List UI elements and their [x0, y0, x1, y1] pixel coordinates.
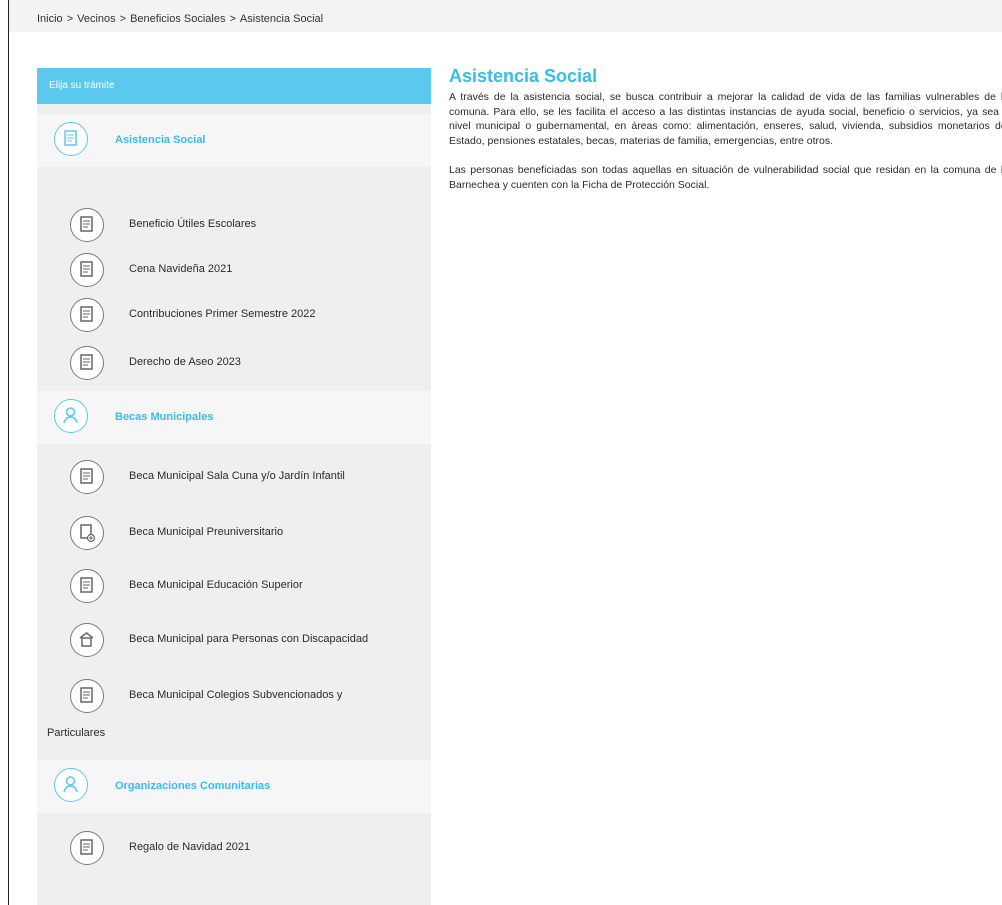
procedure-item-sala-cuna[interactable]: Beca Municipal Sala Cuna y/o Jardín Infa… — [37, 457, 431, 497]
page-title: Asistencia Social — [449, 66, 598, 86]
procedure-item-label-continuation: Particulares — [47, 727, 106, 739]
procedure-item-derecho-aseo[interactable]: Derecho de Aseo 2023 — [37, 343, 431, 383]
category-label: Organizaciones Comunitarias — [115, 780, 271, 792]
breadcrumb: Inicio > Vecinos > Beneficios Sociales > Asist… — [37, 13, 323, 25]
procedure-item-educacion-superior[interactable]: Beca Municipal Educación Superior — [37, 566, 431, 606]
category-asistencia-social[interactable]: Asistencia Social — [37, 114, 431, 167]
procedure-item-label: Contribuciones Primer Semestre 2022 — [129, 308, 316, 320]
person-icon — [54, 768, 88, 802]
category-organizaciones-comunitarias[interactable]: Organizaciones Comunitarias — [37, 760, 431, 813]
procedure-sidebar: Elija su trámite Asistencia Social Benef… — [37, 68, 431, 905]
sidebar-header: Elija su trámite — [37, 68, 431, 104]
breadcrumb-item-inicio[interactable]: Inicio — [37, 13, 63, 25]
breadcrumb-item-vecinos[interactable]: Vecinos — [77, 13, 116, 25]
procedure-item-contribuciones[interactable]: Contribuciones Primer Semestre 2022 — [37, 295, 431, 335]
procedure-item-label: Beca Municipal Colegios Subvencionados y — [129, 689, 343, 701]
person-icon — [54, 399, 88, 433]
form-icon — [70, 831, 104, 865]
procedure-item-label: Beca Municipal Educación Superior — [129, 579, 303, 591]
form-icon — [70, 679, 104, 713]
form-icon — [70, 253, 104, 287]
form-icon — [70, 298, 104, 332]
form-icon — [70, 346, 104, 380]
page-frame-border — [8, 0, 9, 905]
form-icon — [70, 208, 104, 242]
procedure-item-label: Beca Municipal para Personas con Discapa… — [129, 633, 369, 645]
beneficiaries-paragraph: Las personas beneficiadas son todas aque… — [449, 164, 1002, 191]
procedure-item-colegios-subvencionados[interactable]: Beca Municipal Colegios Subvencionados y — [37, 676, 431, 716]
category-label: Becas Municipales — [115, 411, 214, 423]
breadcrumb-bar: Inicio > Vecinos > Beneficios Sociales > Asist… — [9, 0, 1002, 32]
form-icon — [70, 460, 104, 494]
breadcrumb-separator: > — [66, 13, 74, 25]
document-icon — [54, 122, 88, 156]
procedure-item-label: Beca Municipal Sala Cuna y/o Jardín Infa… — [129, 470, 345, 482]
procedure-item-label: Beca Municipal Preuniversitario — [129, 526, 284, 538]
procedure-item-label: Cena Navideña 2021 — [129, 263, 233, 275]
breadcrumb-item-beneficios-sociales[interactable]: Beneficios Sociales — [130, 13, 225, 25]
clipboard-add-icon — [70, 516, 104, 550]
category-becas-municipales[interactable]: Becas Municipales — [37, 391, 431, 444]
procedure-item-discapacidad[interactable]: Beca Municipal para Personas con Discapa… — [37, 620, 431, 660]
intro-paragraph: A través de la asistencia social, se bus… — [449, 91, 1002, 147]
procedure-item-cena-navidena[interactable]: Cena Navideña 2021 — [37, 250, 431, 290]
procedure-item-label: Regalo de Navidad 2021 — [129, 841, 251, 853]
procedure-item-utiles-escolares[interactable]: Beneficio Útiles Escolares — [37, 205, 431, 245]
procedure-item-preuniversitario[interactable]: Beca Municipal Preuniversitario — [37, 513, 431, 553]
procedure-item-label: Derecho de Aseo 2023 — [129, 356, 241, 368]
procedure-item-regalo-navidad[interactable]: Regalo de Navidad 2021 — [37, 828, 431, 868]
category-label: Asistencia Social — [115, 134, 206, 146]
building-icon — [70, 623, 104, 657]
breadcrumb-separator: > — [119, 13, 127, 25]
form-icon — [70, 569, 104, 603]
procedure-item-label: Beneficio Útiles Escolares — [129, 218, 257, 230]
breadcrumb-separator: > — [229, 13, 236, 25]
breadcrumb-item-asistencia-social: Asistencia Social — [239, 13, 324, 25]
